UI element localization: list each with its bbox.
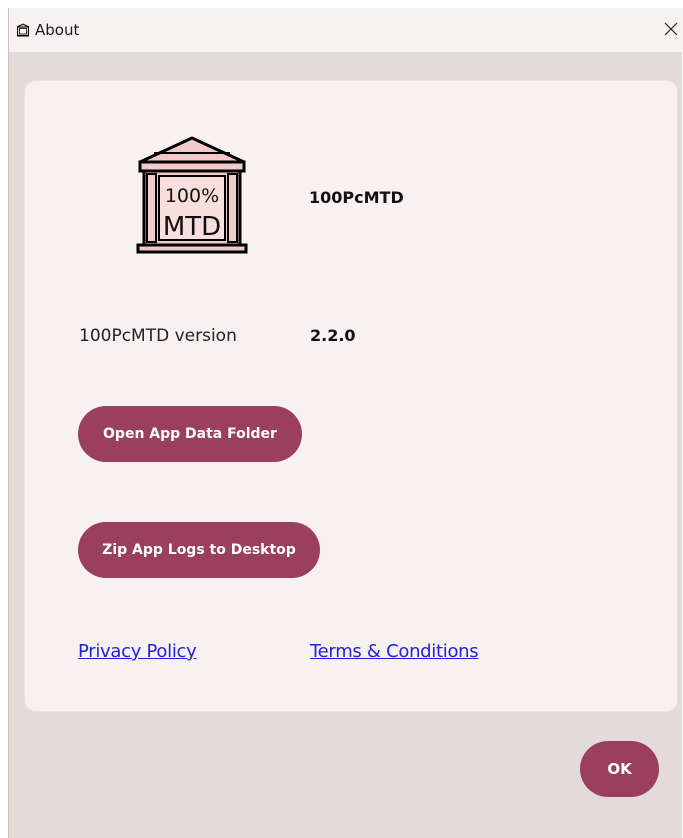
about-dialog: About 100% MTD 100PcMTD 100PcMTD version… [8,8,683,838]
window-title: About [35,21,80,39]
zip-app-logs-button[interactable]: Zip App Logs to Desktop [78,522,320,578]
app-title-icon [16,22,30,37]
close-button[interactable] [659,16,683,42]
open-app-data-folder-button[interactable]: Open App Data Folder [78,406,302,462]
app-name: 100PcMTD [309,188,404,207]
title-bar: About [9,8,683,52]
privacy-policy-link[interactable]: Privacy Policy [78,640,197,664]
bank-building-logo: 100% MTD [136,134,248,257]
version-value: 2.2.0 [310,326,356,345]
logo-text-mtd: MTD [163,212,221,242]
version-label: 100PcMTD version [79,326,237,346]
about-card: 100% MTD 100PcMTD 100PcMTD version 2.2.0… [24,80,678,712]
logo-text-percent: 100% [165,185,219,207]
terms-conditions-link[interactable]: Terms & Conditions [310,640,479,664]
ok-button[interactable]: OK [580,741,659,797]
close-icon [664,22,678,36]
